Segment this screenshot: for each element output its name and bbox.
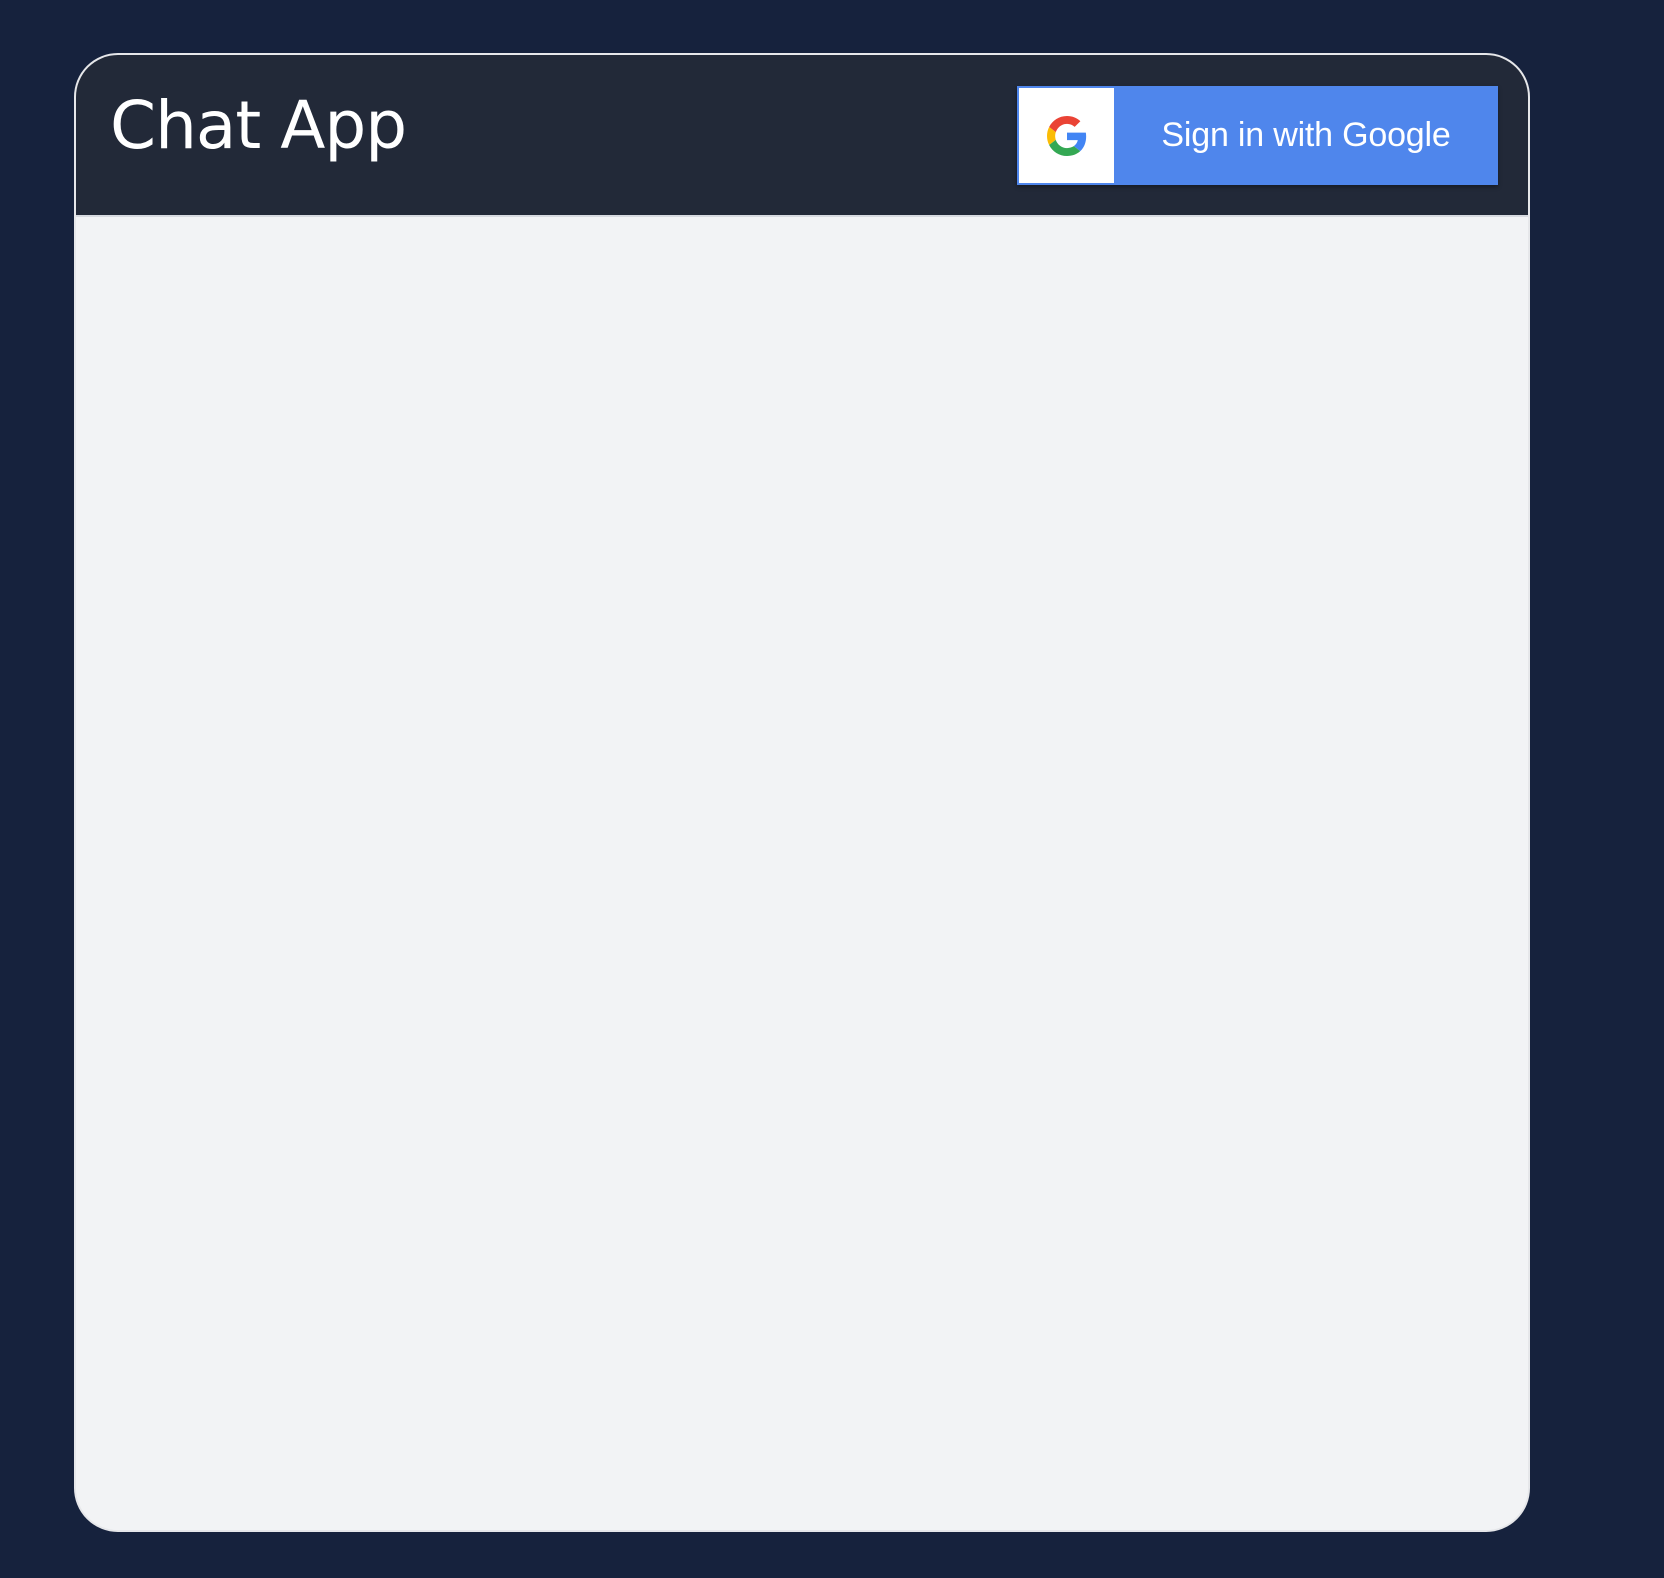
chat-content-area (76, 217, 1528, 1530)
google-g-icon (1046, 115, 1086, 156)
google-icon-container (1019, 88, 1114, 183)
app-title: Chat App (110, 87, 407, 164)
chat-app-window: Chat App Sign in with Google (74, 53, 1530, 1532)
sign-in-with-google-button[interactable]: Sign in with Google (1017, 86, 1498, 185)
page-background: { "app": { "title": "Chat App" }, "auth"… (0, 0, 1664, 1578)
app-header: Chat App Sign in with Google (76, 55, 1528, 217)
sign-in-with-google-label: Sign in with Google (1161, 116, 1451, 154)
